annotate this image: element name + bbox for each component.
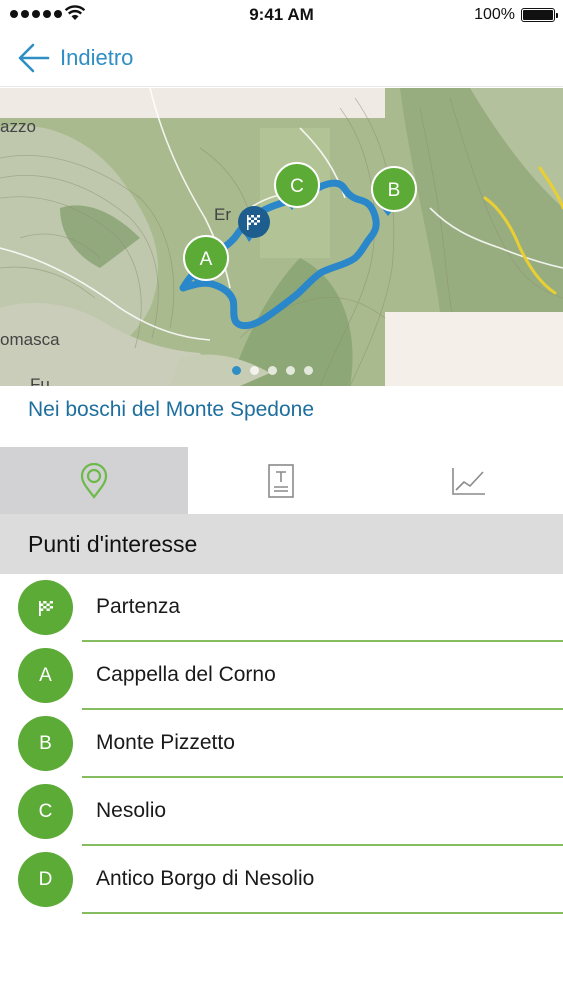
list-item-partenza[interactable]: Partenza xyxy=(0,574,563,642)
tab-points-of-interest[interactable] xyxy=(0,447,188,514)
map-canvas[interactable]: azzo Er omasca Fu A C B xyxy=(0,88,563,386)
poi-badge: D xyxy=(18,852,73,907)
section-title: Punti d'interesse xyxy=(28,531,198,557)
pager-dot[interactable] xyxy=(286,366,295,375)
tab-bar xyxy=(0,447,563,514)
poi-list: Partenza A Cappella del Corno B Monte Pi… xyxy=(0,574,563,914)
pager-dot[interactable] xyxy=(232,366,241,375)
battery-percent: 100% xyxy=(474,6,515,23)
poi-label: Antico Borgo di Nesolio xyxy=(96,867,315,890)
list-item-cappella-del-corno[interactable]: A Cappella del Corno xyxy=(0,642,563,710)
pager-dot[interactable] xyxy=(304,366,313,375)
pager-dot[interactable] xyxy=(250,366,259,375)
map-label: Er xyxy=(214,205,231,224)
svg-text:C: C xyxy=(290,176,304,197)
tab-description[interactable] xyxy=(188,447,376,514)
poi-label: Cappella del Corno xyxy=(96,663,276,686)
svg-text:B: B xyxy=(388,180,401,201)
route-title: Nei boschi del Monte Spedone xyxy=(28,398,315,421)
line-chart-icon xyxy=(452,467,486,495)
list-item-nesolio[interactable]: C Nesolio xyxy=(0,778,563,846)
map-pager[interactable] xyxy=(232,366,313,375)
status-bar: 9:41 AM 100% xyxy=(0,0,563,30)
divider xyxy=(82,912,563,914)
nav-bar: Indietro xyxy=(0,30,563,87)
section-header: Punti d'interesse xyxy=(0,514,563,574)
list-item-antico-borgo-di-nesolio[interactable]: D Antico Borgo di Nesolio xyxy=(0,846,563,914)
svg-text:A: A xyxy=(200,249,213,270)
poi-badge: B xyxy=(18,716,73,771)
text-document-icon xyxy=(268,463,295,498)
map-pin-icon xyxy=(80,462,107,499)
list-item-monte-pizzetto[interactable]: B Monte Pizzetto xyxy=(0,710,563,778)
map-label: omasca xyxy=(0,330,60,349)
poi-label: Nesolio xyxy=(96,799,167,822)
map-label: Fu xyxy=(30,375,50,386)
poi-badge: A xyxy=(18,648,73,703)
poi-badge xyxy=(18,580,73,635)
pager-dot[interactable] xyxy=(268,366,277,375)
back-button[interactable]: Indietro xyxy=(18,40,133,76)
poi-label: Partenza xyxy=(96,595,181,618)
arrow-left-icon xyxy=(18,43,50,73)
tab-elevation[interactable] xyxy=(375,447,563,514)
route-map[interactable]: azzo Er omasca Fu A C B xyxy=(0,88,563,386)
checkered-flag-icon xyxy=(38,600,53,616)
back-label: Indietro xyxy=(60,45,134,70)
map-label: azzo xyxy=(0,117,36,136)
battery-icon xyxy=(521,8,558,22)
poi-label: Monte Pizzetto xyxy=(96,731,235,754)
poi-badge: C xyxy=(18,784,73,839)
